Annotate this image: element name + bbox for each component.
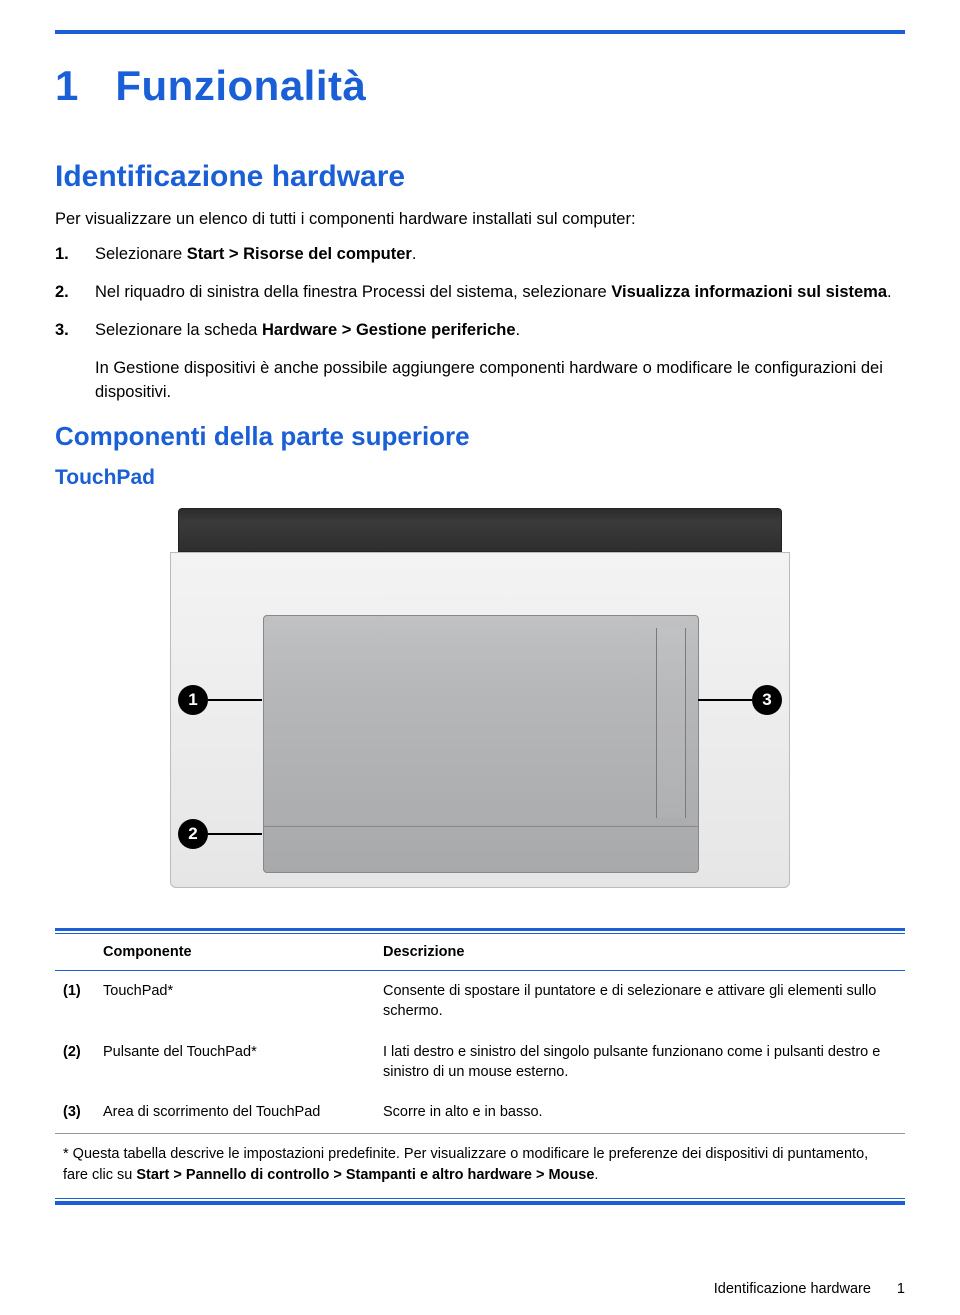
table-header-blank xyxy=(55,934,95,971)
callout-3: 3 xyxy=(752,685,782,715)
table-header-description: Descrizione xyxy=(375,934,905,971)
step-text: Nel riquadro di sinistra della finestra … xyxy=(95,281,905,305)
step-text: Selezionare Start > Risorse del computer… xyxy=(95,243,905,267)
leader-line xyxy=(698,699,752,701)
table-row: (1) TouchPad* Consente di spostare il pu… xyxy=(55,971,905,1032)
step-1: 1. Selezionare Start > Risorse del compu… xyxy=(55,243,905,267)
chapter-number: 1 xyxy=(55,62,79,109)
step-note: In Gestione dispositivi è anche possibil… xyxy=(95,357,905,405)
table-bottom-rule xyxy=(55,1201,905,1205)
footer-page: 1 xyxy=(897,1281,905,1297)
step-number: 1. xyxy=(55,243,95,267)
step-3: 3. Selezionare la scheda Hardware > Gest… xyxy=(55,319,905,343)
callout-2: 2 xyxy=(178,819,208,849)
laptop-edge xyxy=(178,508,782,552)
step-number: 3. xyxy=(55,319,95,343)
leader-line xyxy=(208,833,262,835)
palmrest xyxy=(170,552,790,888)
chapter-title: 1 Funzionalità xyxy=(55,62,905,110)
section2-sub: TouchPad xyxy=(55,466,905,490)
touchpad-figure: 1 2 3 xyxy=(170,508,790,888)
touchpad-surface xyxy=(263,615,699,873)
step-2: 2. Nel riquadro di sinistra della finest… xyxy=(55,281,905,305)
chapter-title-text: Funzionalità xyxy=(115,62,366,109)
table-row: (3) Area di scorrimento del TouchPad Sco… xyxy=(55,1092,905,1132)
step-number: 2. xyxy=(55,281,95,305)
step-text: Selezionare la scheda Hardware > Gestion… xyxy=(95,319,905,343)
callout-1: 1 xyxy=(178,685,208,715)
page-footer: Identificazione hardware 1 xyxy=(55,1281,905,1297)
table-header-component: Componente xyxy=(95,934,375,971)
top-rule xyxy=(55,30,905,34)
footer-section: Identificazione hardware xyxy=(714,1281,871,1297)
table-top-rule xyxy=(55,928,905,932)
table-row: (2) Pulsante del TouchPad* I lati destro… xyxy=(55,1032,905,1093)
table-footnote: * Questa tabella descrive le impostazion… xyxy=(55,1133,905,1198)
touchpad-scroll-zone xyxy=(656,628,686,818)
table-bottom-thin xyxy=(55,1198,905,1200)
section2-heading: Componenti della parte superiore xyxy=(55,421,905,452)
touchpad-button xyxy=(264,826,698,872)
section-intro: Per visualizzare un elenco di tutti i co… xyxy=(55,210,905,229)
leader-line xyxy=(208,699,262,701)
component-table: Componente Descrizione (1) TouchPad* Con… xyxy=(55,928,905,1205)
section-heading: Identificazione hardware xyxy=(55,160,905,194)
